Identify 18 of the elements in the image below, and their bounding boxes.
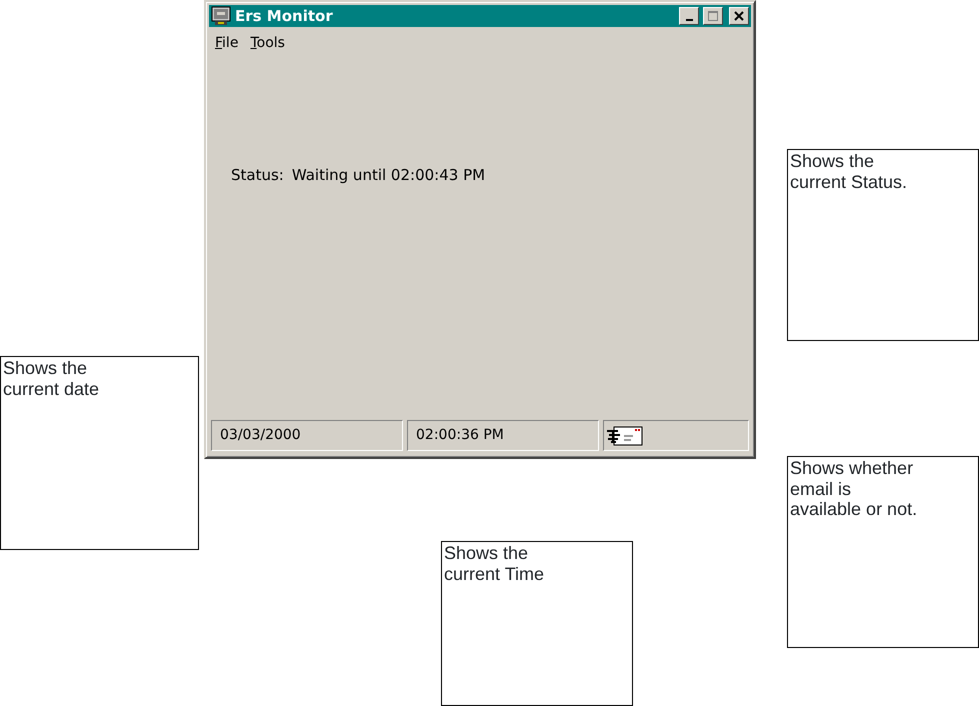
monitor-icon [211, 6, 231, 26]
close-button[interactable] [729, 7, 749, 25]
menu-item[interactable]: Tools [250, 33, 285, 54]
status-text: Waiting until 02:00:43 PM [292, 165, 486, 186]
minimize-icon [686, 19, 692, 21]
callout-text: Shows the current Time [444, 543, 546, 584]
maximize-icon [707, 10, 719, 22]
callout-text: Shows the current Status. [790, 151, 908, 192]
close-icon [734, 11, 744, 21]
callout-text: Shows whether email is available or not. [790, 458, 918, 520]
window-title: Ers Monitor [235, 6, 334, 27]
status-bar-panel: 02:00:36 PM [407, 420, 599, 451]
status-label: Status: [231, 165, 284, 186]
minimize-button[interactable] [679, 7, 699, 25]
status-bar-panel: 03/03/2000 [211, 420, 403, 451]
menu-item[interactable]: File [215, 33, 238, 54]
mail-icon [606, 424, 644, 446]
callout-text: Shows the current date [3, 358, 100, 400]
